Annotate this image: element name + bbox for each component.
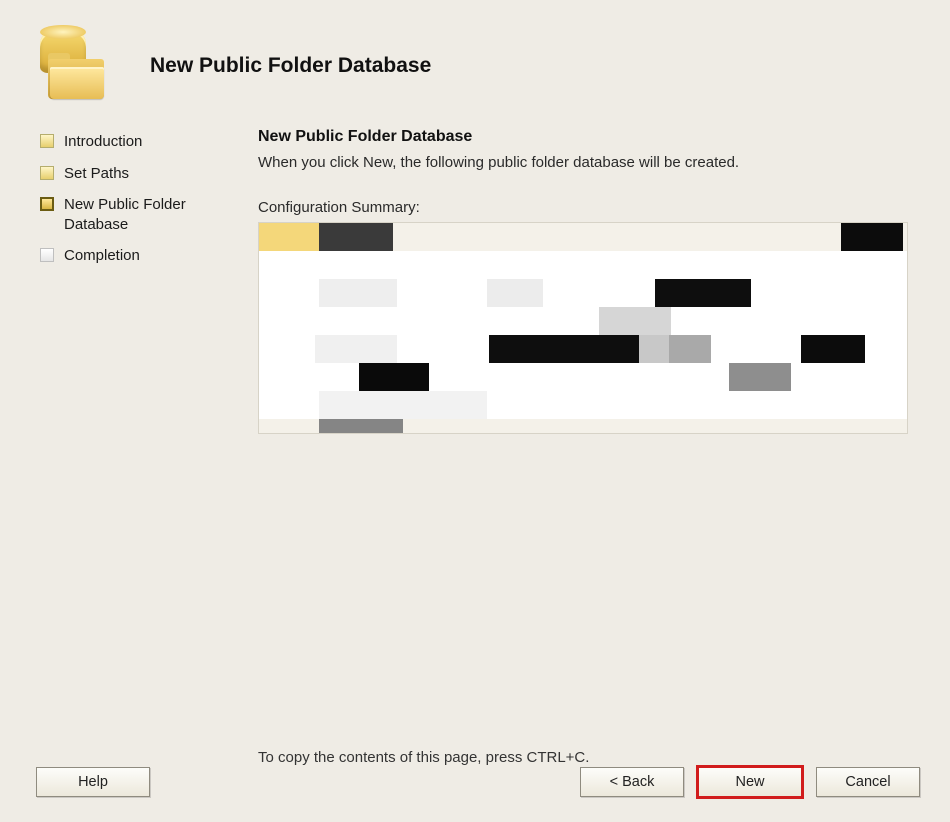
step-completion: Completion — [40, 246, 228, 266]
summary-cell — [259, 223, 319, 251]
summary-cell — [489, 335, 639, 363]
summary-cell — [669, 335, 711, 363]
summary-row — [259, 419, 907, 434]
summary-cell — [729, 363, 791, 391]
summary-cell — [711, 335, 801, 363]
summary-cell — [259, 335, 315, 363]
summary-cell — [259, 363, 359, 391]
wizard-steps-sidebar: Introduction Set Paths New Public Folder… — [0, 112, 236, 742]
summary-cell — [319, 391, 487, 419]
summary-row — [259, 307, 907, 335]
step-label: Introduction — [64, 132, 142, 152]
summary-row — [259, 279, 907, 307]
step-new-public-folder-database: New Public Folder Database — [40, 195, 228, 234]
back-button[interactable]: < Back — [580, 767, 684, 797]
summary-cell — [397, 279, 487, 307]
step-done-icon — [40, 134, 54, 148]
help-button[interactable]: Help — [36, 767, 150, 797]
summary-cell — [655, 279, 751, 307]
summary-row — [259, 335, 907, 363]
summary-cell — [319, 419, 403, 434]
step-label: Set Paths — [64, 164, 129, 184]
configuration-summary-box — [258, 222, 908, 434]
wizard-header: New Public Folder Database — [0, 0, 950, 112]
summary-row — [259, 223, 907, 251]
step-introduction: Introduction — [40, 132, 228, 152]
summary-cell — [259, 307, 599, 335]
page-description: When you click New, the following public… — [258, 154, 920, 171]
summary-cell — [319, 223, 393, 251]
step-label: New Public Folder Database — [64, 195, 228, 234]
summary-cell — [397, 335, 489, 363]
step-label: Completion — [64, 246, 140, 266]
summary-cell — [319, 279, 397, 307]
summary-row — [259, 251, 907, 279]
step-set-paths: Set Paths — [40, 164, 228, 184]
step-done-icon — [40, 166, 54, 180]
summary-cell — [259, 419, 319, 434]
cancel-button[interactable]: Cancel — [816, 767, 920, 797]
summary-cell — [315, 335, 397, 363]
wizard-title: New Public Folder Database — [150, 54, 431, 78]
configuration-summary-label: Configuration Summary: — [258, 199, 920, 216]
step-current-icon — [40, 197, 54, 211]
summary-cell — [543, 279, 655, 307]
summary-cell — [259, 279, 319, 307]
page-title: New Public Folder Database — [258, 128, 920, 146]
summary-cell — [393, 223, 841, 251]
summary-cell — [841, 223, 903, 251]
wizard-main-panel: New Public Folder Database When you clic… — [236, 112, 950, 742]
wizard-button-bar: Help < Back New Cancel — [0, 760, 950, 804]
new-button[interactable]: New — [698, 767, 802, 797]
summary-cell — [639, 335, 669, 363]
summary-cell — [259, 391, 319, 419]
step-pending-icon — [40, 248, 54, 262]
summary-cell — [801, 335, 865, 363]
summary-cell — [599, 307, 671, 335]
summary-cell — [429, 363, 729, 391]
summary-cell — [487, 279, 543, 307]
database-folder-icon — [34, 29, 108, 103]
summary-row — [259, 363, 907, 391]
summary-cell — [359, 363, 429, 391]
summary-row — [259, 391, 907, 419]
